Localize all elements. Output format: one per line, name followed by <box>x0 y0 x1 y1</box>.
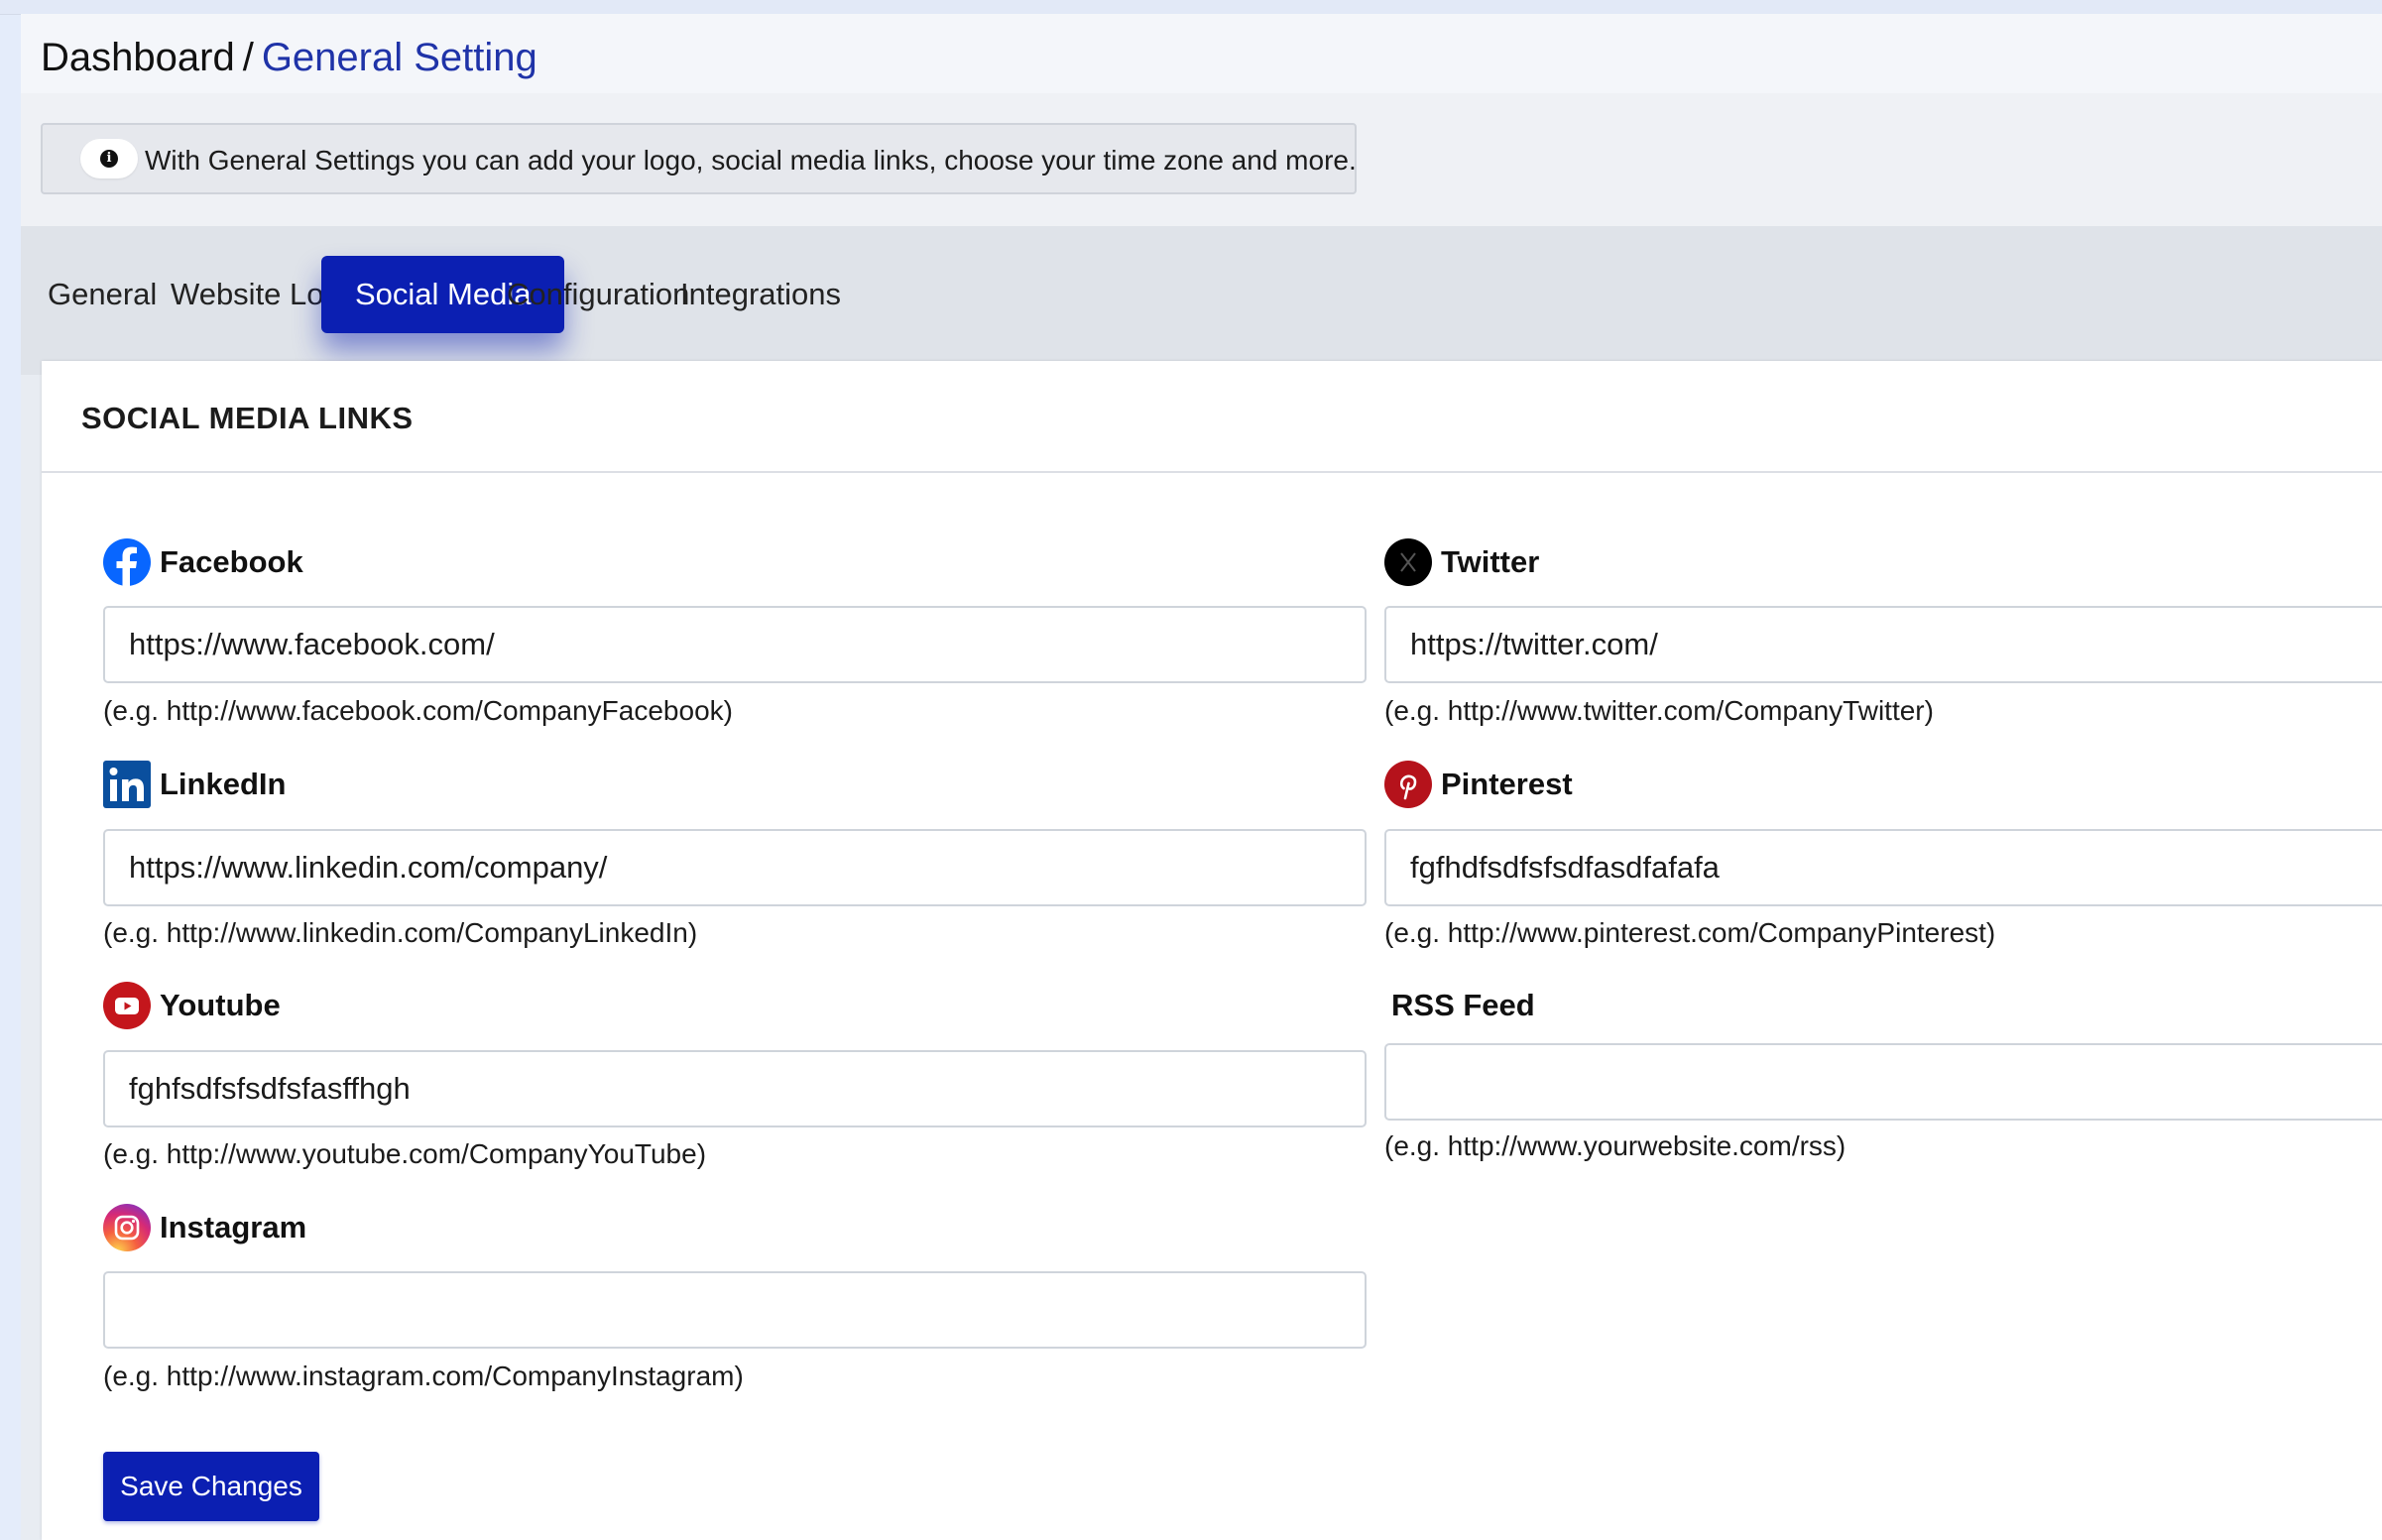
tab-configuration[interactable]: Configuration <box>507 256 689 333</box>
linkedin-help: (e.g. http://www.linkedin.com/CompanyLin… <box>103 917 698 948</box>
breadcrumb-current[interactable]: General Setting <box>262 36 537 79</box>
pinterest-label: Pinterest <box>1384 760 1573 809</box>
info-icon: i <box>100 150 118 168</box>
youtube-label: Youtube <box>103 981 281 1030</box>
rss-feed-input[interactable] <box>1384 1043 2382 1121</box>
breadcrumb-root[interactable]: Dashboard <box>41 36 235 79</box>
facebook-label-text: Facebook <box>160 544 303 579</box>
twitter-label-text: Twitter <box>1441 544 1540 579</box>
save-changes-button[interactable]: Save Changes <box>103 1452 319 1521</box>
alert-text: With General Settings you can add your l… <box>145 145 1357 176</box>
breadcrumb-bar: Dashboard / General Setting <box>21 14 2382 93</box>
linkedin-label: LinkedIn <box>103 760 286 809</box>
linkedin-input[interactable] <box>103 829 1367 906</box>
main-content: Dashboard / General Setting i With General… <box>21 14 2382 1540</box>
twitter-input[interactable] <box>1384 606 2382 683</box>
pinterest-icon <box>1384 761 1432 808</box>
x-twitter-icon <box>1384 538 1432 586</box>
instagram-icon <box>103 1204 151 1251</box>
youtube-help: (e.g. http://www.youtube.com/CompanyYouT… <box>103 1138 707 1169</box>
facebook-icon <box>103 538 151 586</box>
pinterest-label-text: Pinterest <box>1441 767 1573 801</box>
youtube-input[interactable] <box>103 1050 1367 1127</box>
pinterest-help: (e.g. http://www.pinterest.com/CompanyPi… <box>1384 917 1996 948</box>
rss-feed-label: RSS Feed <box>1391 981 1535 1030</box>
top-bar <box>0 0 2382 15</box>
settings-tabs: General Website Logo Social Media Config… <box>21 226 2382 375</box>
facebook-input[interactable] <box>103 606 1367 683</box>
instagram-label-text: Instagram <box>160 1210 307 1244</box>
rss-feed-help: (e.g. http://www.yourwebsite.com/rss) <box>1384 1130 1846 1161</box>
pinterest-input[interactable] <box>1384 829 2382 906</box>
breadcrumb-separator: / <box>242 36 254 79</box>
twitter-help: (e.g. http://www.twitter.com/CompanyTwit… <box>1384 695 1934 726</box>
tab-general[interactable]: General <box>48 256 157 333</box>
instagram-label: Instagram <box>103 1203 306 1252</box>
info-badge: i <box>80 139 138 178</box>
youtube-label-text: Youtube <box>160 988 281 1022</box>
instagram-help: (e.g. http://www.instagram.com/CompanyIn… <box>103 1361 744 1391</box>
info-alert: i With General Settings you can add your… <box>41 123 1357 194</box>
facebook-help: (e.g. http://www.facebook.com/CompanyFac… <box>103 695 733 726</box>
facebook-label: Facebook <box>103 537 303 587</box>
linkedin-label-text: LinkedIn <box>160 767 287 801</box>
card-title: SOCIAL MEDIA LINKS <box>81 401 414 435</box>
alert-section: i With General Settings you can add your… <box>21 93 2382 226</box>
linkedin-icon <box>103 761 151 808</box>
youtube-icon <box>103 982 151 1029</box>
card-header: SOCIAL MEDIA LINKS <box>42 361 2382 473</box>
tab-integrations[interactable]: Integrations <box>680 256 841 333</box>
instagram-input[interactable] <box>103 1271 1367 1349</box>
social-media-card: SOCIAL MEDIA LINKS Facebook (e.g. http:/… <box>42 361 2382 1540</box>
twitter-label: Twitter <box>1384 537 1539 587</box>
breadcrumb: Dashboard / General Setting <box>41 36 537 80</box>
rss-feed-label-text: RSS Feed <box>1391 988 1535 1022</box>
